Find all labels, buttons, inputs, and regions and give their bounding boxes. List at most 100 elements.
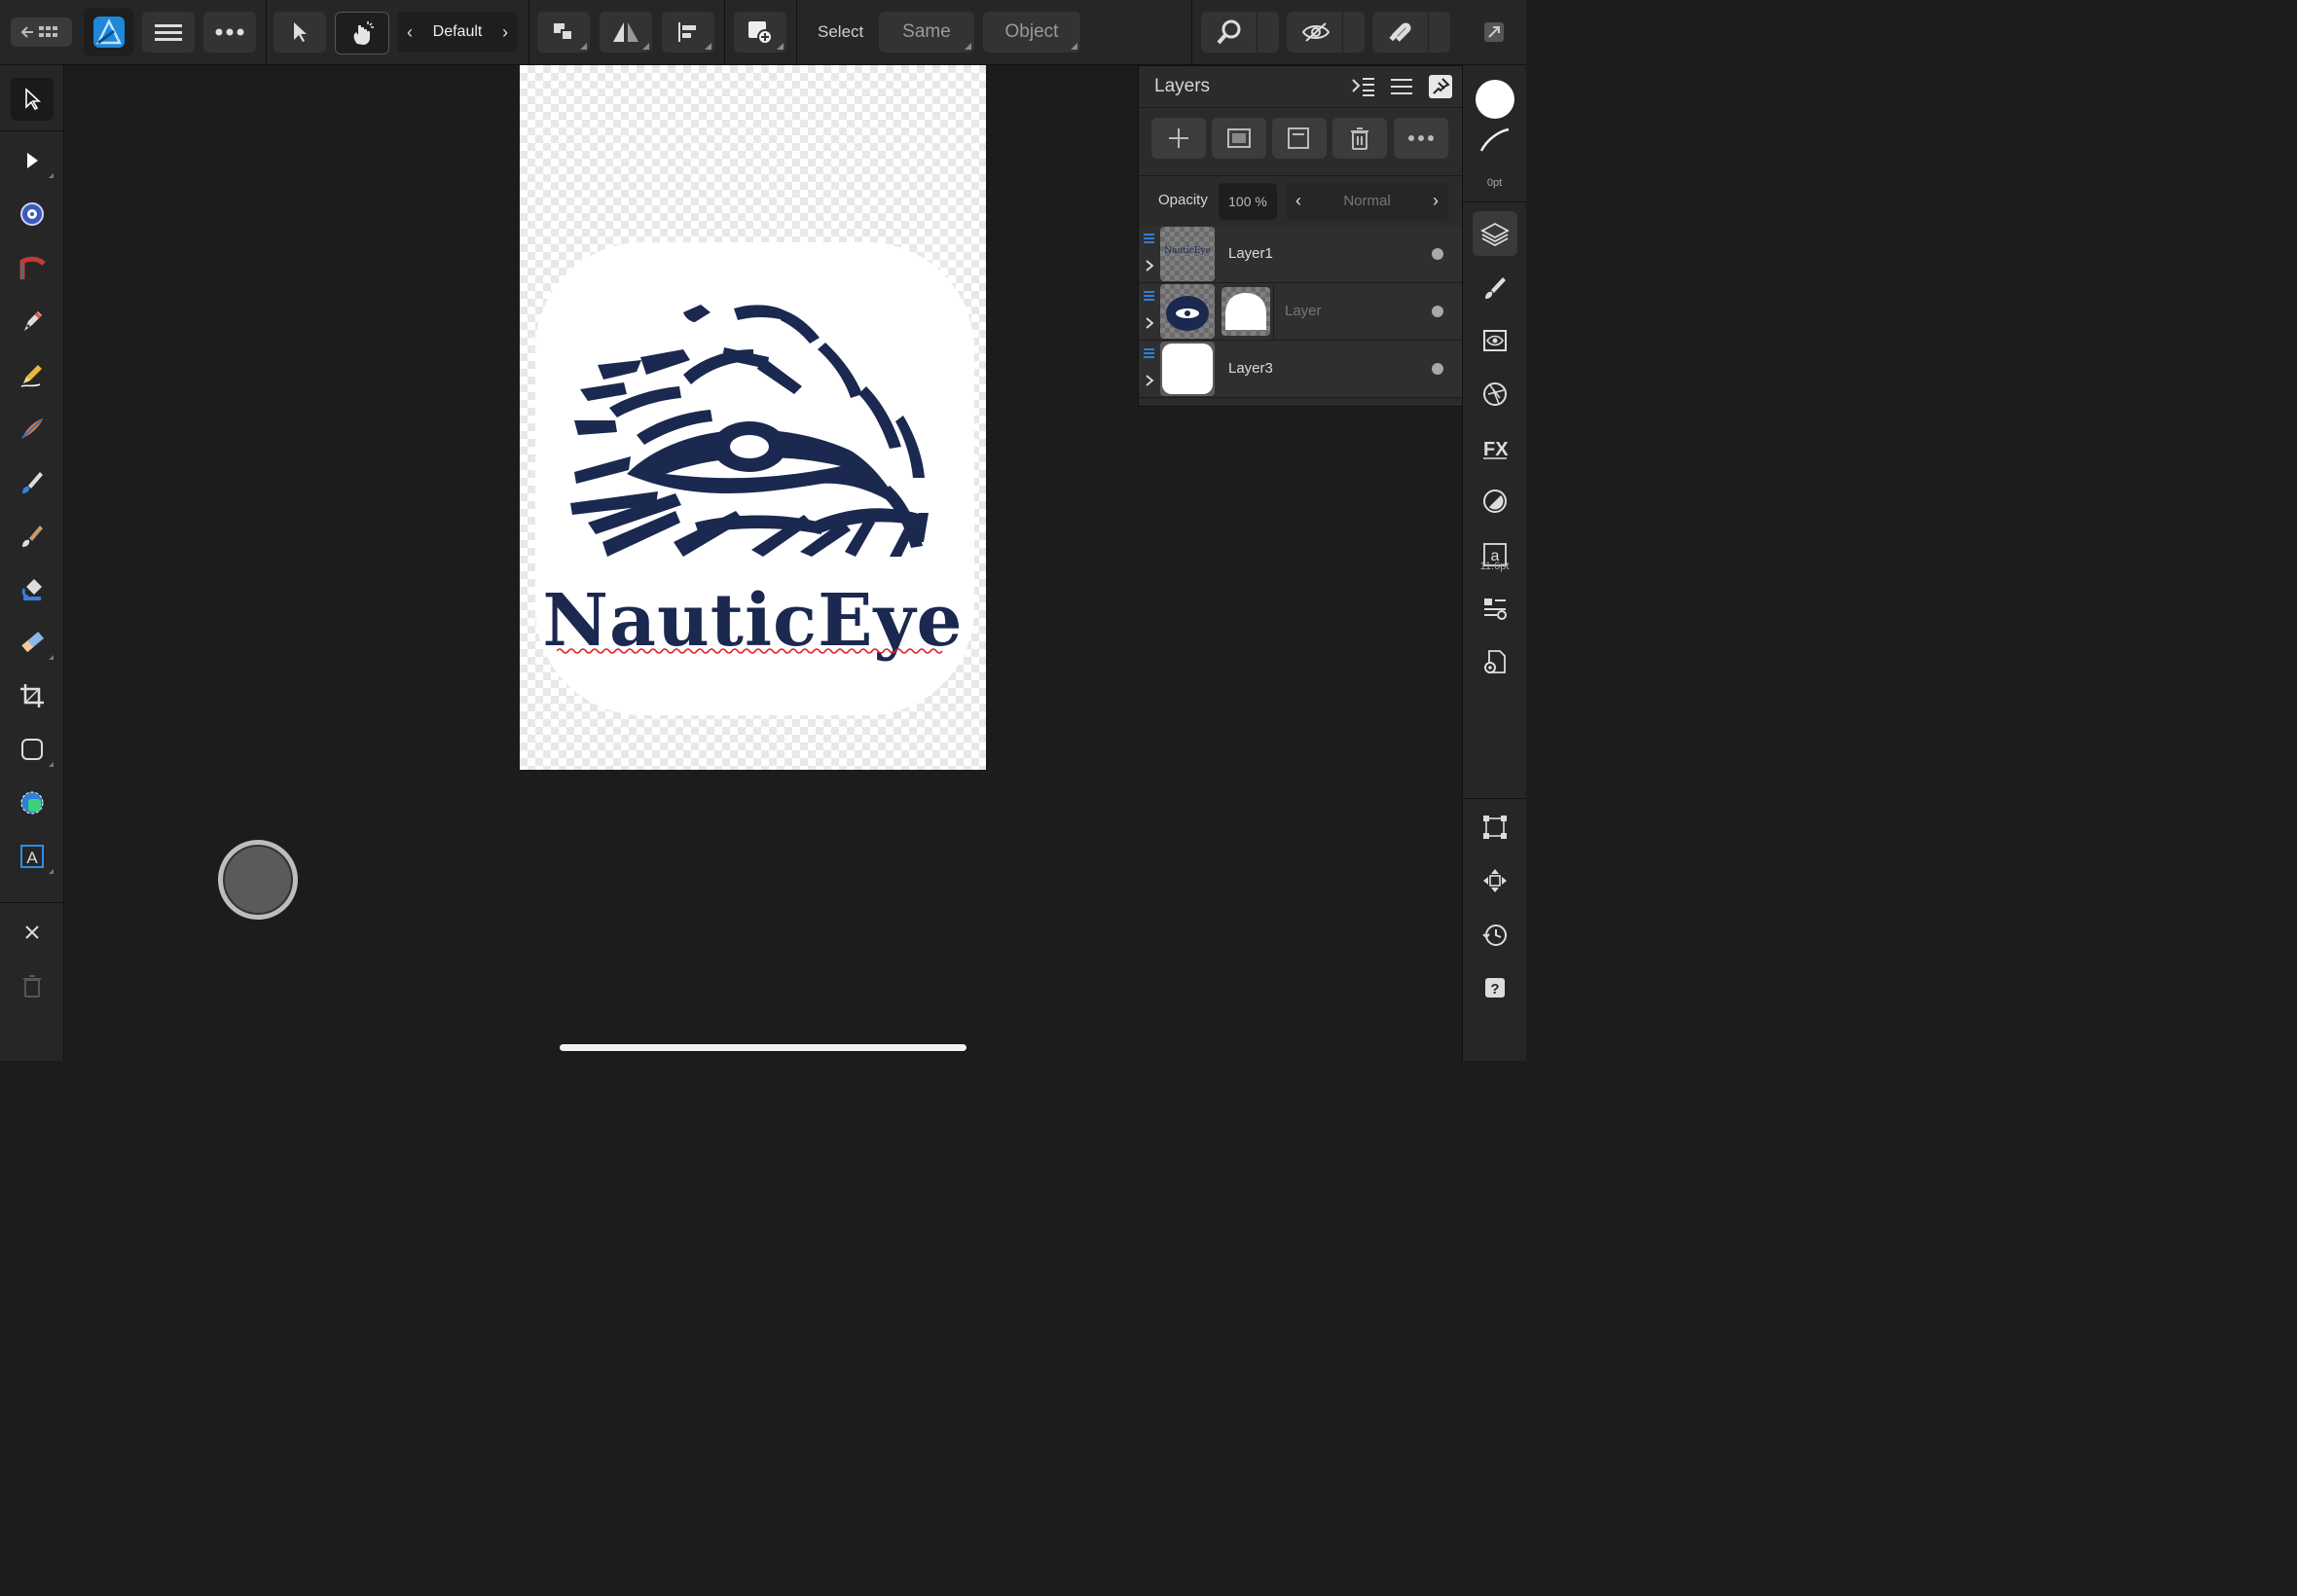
layers-studio-button[interactable] <box>1473 211 1517 256</box>
visibility-toggle[interactable] <box>1432 248 1443 260</box>
chevron-right-icon[interactable] <box>1145 374 1154 387</box>
appearance-studio-button[interactable] <box>1473 318 1517 363</box>
text-styles-studio-button[interactable] <box>1473 586 1517 631</box>
move-tool-button[interactable] <box>273 12 326 53</box>
visibility-toggle[interactable] <box>1432 306 1443 317</box>
drag-handle-icon[interactable] <box>1144 291 1154 303</box>
collapse-panel-button[interactable] <box>1351 76 1376 102</box>
more-options-button[interactable] <box>203 12 256 53</box>
node-tool[interactable] <box>11 139 54 182</box>
document-settings-button[interactable] <box>1473 639 1517 684</box>
fullscreen-button[interactable] <box>1475 12 1513 53</box>
transparency-studio-button[interactable] <box>1473 479 1517 524</box>
arrange-button[interactable] <box>537 12 590 53</box>
align-button[interactable] <box>662 12 714 53</box>
studio-divider <box>1463 798 1526 799</box>
blend-mode-selector[interactable]: ‹ Normal › <box>1286 183 1448 220</box>
effects-studio-button[interactable]: FX <box>1473 425 1517 470</box>
top-toolbar: ‹ Default › Select Same Object <box>0 0 1526 65</box>
flip-horizontal-icon <box>613 22 638 42</box>
view-mode-button[interactable] <box>1287 12 1365 53</box>
chevron-right-icon[interactable] <box>1145 316 1154 330</box>
fx-icon: FX <box>1483 439 1509 460</box>
navigator-studio-button[interactable] <box>1473 858 1517 903</box>
group-layers-button[interactable] <box>1272 118 1327 159</box>
point-transform-tool[interactable] <box>11 246 54 289</box>
pencil-tool[interactable] <box>11 353 54 396</box>
chevron-right-icon[interactable]: › <box>502 22 508 43</box>
transform-studio-button[interactable] <box>1473 805 1517 850</box>
modifier-controller-button[interactable] <box>218 840 298 920</box>
place-image-tool[interactable] <box>11 781 54 824</box>
transform-handles-icon <box>1483 816 1507 839</box>
artistic-text-tool[interactable]: A <box>11 835 54 878</box>
ellipsis-icon <box>215 28 244 36</box>
zoom-view-button[interactable] <box>1201 12 1279 53</box>
transparency-tool[interactable] <box>11 621 54 664</box>
persona-selector[interactable]: ‹ Default › <box>397 12 518 53</box>
toolbar-divider <box>796 0 797 64</box>
colour-studio-button[interactable] <box>1473 372 1517 417</box>
add-mask-button[interactable] <box>1212 118 1266 159</box>
split-divider <box>1342 12 1343 53</box>
ellipsis-icon <box>1408 135 1434 141</box>
chevron-right-icon[interactable] <box>1145 259 1154 272</box>
designer-app-button[interactable] <box>84 8 133 56</box>
insert-button[interactable] <box>734 12 786 53</box>
toolbar-divider <box>266 0 267 64</box>
pixel-brush-tool[interactable] <box>11 514 54 557</box>
delete-button[interactable] <box>11 964 54 1007</box>
visibility-toggle[interactable] <box>1432 363 1443 375</box>
drag-handle-icon[interactable] <box>1144 234 1154 245</box>
flip-button[interactable] <box>600 12 652 53</box>
paint-bucket-icon <box>21 579 42 600</box>
brushes-studio-button[interactable] <box>1473 265 1517 309</box>
layer-row[interactable]: Layer3 <box>1139 341 1463 398</box>
toolbar-divider <box>724 0 725 64</box>
trash-icon <box>1351 127 1368 150</box>
cursor-arrow-icon <box>294 22 307 42</box>
main-menu-button[interactable] <box>142 12 195 53</box>
move-tool[interactable] <box>11 78 54 121</box>
layer-thumbnail <box>1160 342 1215 396</box>
home-indicator[interactable] <box>560 1044 966 1051</box>
back-to-documents-button[interactable] <box>11 18 72 47</box>
document-canvas[interactable]: NauticEye <box>520 65 986 770</box>
vector-brush-tool[interactable] <box>11 407 54 450</box>
toolbar-divider <box>1191 0 1192 64</box>
pencil-icon <box>20 365 42 387</box>
layer-row[interactable]: Layer <box>1139 283 1463 341</box>
paint-bucket-tool[interactable] <box>11 567 54 610</box>
chevron-right-icon[interactable]: › <box>1433 191 1439 211</box>
snapping-button[interactable] <box>1372 12 1450 53</box>
crop-tool[interactable] <box>11 674 54 717</box>
rectangle-tool[interactable] <box>11 728 54 771</box>
fill-color-swatch[interactable] <box>1473 77 1517 122</box>
brush-icon <box>22 526 43 547</box>
studio-bar: 0pt FX a 11.6pt ? <box>1462 65 1526 1061</box>
layer-options-button[interactable] <box>1394 118 1448 159</box>
pen-tool[interactable] <box>11 300 54 343</box>
chevron-left-icon[interactable]: ‹ <box>407 22 413 43</box>
affinity-designer-icon <box>92 17 125 48</box>
corner-tool[interactable] <box>11 193 54 236</box>
touch-mode-button[interactable] <box>335 12 389 54</box>
expand-icon <box>1484 22 1504 42</box>
pin-panel-button[interactable] <box>1429 75 1452 98</box>
select-same-button[interactable]: Same <box>879 12 974 53</box>
opacity-field[interactable]: 100 % <box>1219 183 1277 220</box>
history-studio-button[interactable] <box>1473 912 1517 957</box>
hand-touch-icon <box>353 21 374 45</box>
close-tools-button[interactable] <box>11 911 54 954</box>
move-arrows-icon <box>1483 869 1507 892</box>
add-layer-button[interactable] <box>1151 118 1206 159</box>
help-button[interactable]: ? <box>1473 965 1517 1010</box>
stroke-button[interactable] <box>1473 126 1517 155</box>
delete-layer-button[interactable] <box>1332 118 1387 159</box>
layer-row[interactable]: NauticEye Layer1 <box>1139 226 1463 283</box>
select-object-button[interactable]: Object <box>983 12 1080 53</box>
fill-tool[interactable] <box>11 460 54 503</box>
drag-handle-icon[interactable] <box>1144 348 1154 360</box>
stroke-width-label: 0pt <box>1486 177 1503 189</box>
panel-menu-button[interactable] <box>1391 78 1414 100</box>
